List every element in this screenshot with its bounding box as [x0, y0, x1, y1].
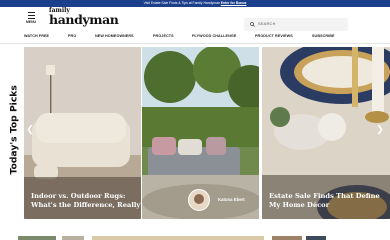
promo-text: Visit Estate Sale Finds & Tips at Family…: [143, 1, 220, 5]
section-heading: Today's Top Picks: [3, 85, 23, 180]
nav-watch-free[interactable]: WATCH FREE: [24, 34, 49, 38]
menu-label: MENU: [26, 20, 36, 25]
nav-plywood-challenge[interactable]: PLYWOOD CHALLENGE: [192, 34, 236, 38]
promo-link[interactable]: Enter for Bonus: [221, 1, 247, 5]
article-card-rugs[interactable]: Indoor vs. Outdoor Rugs: What's the Diff…: [24, 47, 141, 219]
nav-subscribe[interactable]: SUBSCRIBE: [312, 34, 335, 38]
promo-banner[interactable]: Visit Estate Sale Finds & Tips at Family…: [0, 0, 390, 7]
carousel-next-button[interactable]: ❯: [376, 124, 384, 134]
nav-new-homeowners[interactable]: NEW HOMEOWNERS: [95, 34, 134, 38]
avatar: [188, 189, 210, 211]
author-name[interactable]: Katuna Ebert: [218, 197, 245, 202]
hamburger-icon: [27, 12, 35, 14]
nav-divider: [0, 43, 390, 44]
hamburger-icon-bar: [27, 17, 35, 19]
site-header: MENU family handyman SEARCH: [0, 7, 390, 31]
article-title-rugs[interactable]: Indoor vs. Outdoor Rugs: What's the Diff…: [31, 192, 141, 210]
next-row-thumb-5[interactable]: [306, 236, 326, 240]
article-title-estate-sale[interactable]: Estate Sale Finds That Define My Home Dé…: [269, 192, 384, 210]
section-heading-text: Today's Top Picks: [8, 85, 20, 175]
carousel-prev-button[interactable]: ❮: [26, 124, 34, 134]
article-card-estate-sale[interactable]: Estate Sale Finds That Define My Home Dé…: [262, 47, 390, 219]
hamburger-icon-bar: [27, 14, 35, 16]
nav-pro[interactable]: PRO: [68, 34, 76, 38]
next-row-thumb-4[interactable]: [272, 236, 302, 240]
chevron-left-icon: ❮: [26, 124, 34, 134]
next-row-thumb-1[interactable]: [18, 236, 56, 240]
nav-product-reviews[interactable]: PRODUCT REVIEWS: [255, 34, 293, 38]
search-placeholder: SEARCH: [258, 22, 276, 26]
article-card-patio[interactable]: Katuna Ebert: [142, 47, 259, 219]
next-row-thumb-2[interactable]: [62, 236, 84, 240]
site-logo[interactable]: family handyman: [49, 8, 119, 26]
chevron-right-icon: ❯: [376, 124, 384, 134]
logo-line-handyman: handyman: [49, 12, 119, 27]
next-row-thumb-3[interactable]: [92, 236, 264, 240]
nav-projects[interactable]: PROJECTS: [153, 34, 174, 38]
search-icon: [250, 22, 255, 27]
main-nav: WATCH FREE PRO NEW HOMEOWNERS PROJECTS P…: [0, 31, 390, 41]
search-input[interactable]: SEARCH: [244, 18, 348, 31]
menu-button[interactable]: MENU: [24, 12, 38, 26]
